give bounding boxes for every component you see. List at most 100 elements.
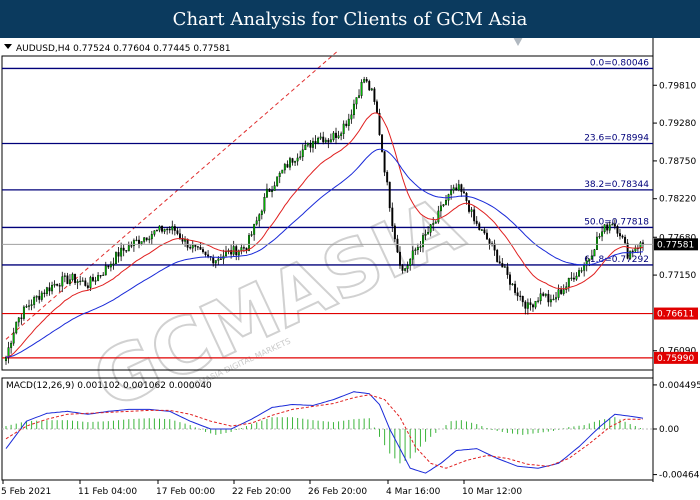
candle-body (626, 242, 629, 259)
candle-body (45, 287, 48, 294)
candle-body (58, 285, 61, 287)
candle-body (276, 176, 279, 186)
banner-title: Chart Analysis for Clients of GCM Asia (172, 8, 528, 30)
candle-body (450, 189, 453, 195)
candle-body (404, 268, 407, 271)
candle-body (619, 233, 621, 237)
candle-body (301, 149, 304, 157)
candle-body (66, 275, 69, 284)
candle-body (335, 132, 337, 138)
candle-body (143, 237, 146, 242)
candle-body (429, 224, 432, 233)
candle-body (99, 275, 102, 277)
candle-body (562, 289, 565, 294)
candle-body (516, 292, 519, 297)
candle-body (288, 158, 291, 168)
candle-body (319, 136, 322, 139)
candle-body (514, 283, 517, 293)
candle-body (370, 88, 373, 91)
candle-body (537, 300, 540, 302)
price-tick-label: 0.79280 (659, 119, 696, 129)
candle-body (265, 188, 268, 198)
candle-body (419, 246, 422, 248)
candle-body (84, 280, 87, 286)
candle-body (112, 263, 115, 265)
candle-body (455, 187, 458, 191)
candle-body (475, 220, 478, 224)
candle-body (176, 230, 179, 234)
candle-body (122, 247, 125, 251)
candle-body (294, 160, 297, 163)
support-price-label: 0.76611 (657, 310, 694, 320)
candle-body (94, 280, 97, 282)
chart-banner: Chart Analysis for Clients of GCM Asia (0, 0, 700, 38)
candle-body (521, 296, 524, 303)
x-tick-label: 4 Mar 16:00 (386, 487, 441, 497)
candle-body (442, 204, 445, 207)
candle-body (248, 235, 250, 251)
candle-body (598, 236, 601, 238)
candle-body (68, 279, 71, 284)
macd-tick-label: 0.00 (659, 425, 679, 435)
candle-body (560, 289, 563, 294)
candle-body (158, 225, 161, 231)
candle-body (219, 258, 222, 260)
price-tick-label: 0.79810 (659, 81, 696, 91)
candle-body (493, 243, 496, 251)
candle-body (350, 114, 353, 120)
candle-body (322, 136, 325, 143)
candle-body (120, 247, 123, 257)
candle-body (624, 236, 627, 244)
candle-body (324, 139, 327, 143)
chart-area: GCMASIA GCMASIA DIGITAL MARKETS 0.798100… (0, 38, 700, 500)
candle-body (20, 317, 23, 319)
candle-body (365, 79, 368, 82)
candle-body (409, 259, 412, 266)
candle-body (40, 292, 43, 300)
candle-body (127, 245, 130, 252)
candle-body (166, 228, 169, 231)
fib-level-label: 38.2=0.78344 (584, 180, 649, 190)
candle-body (97, 275, 100, 281)
candle-body (135, 239, 138, 242)
x-tick-label: 22 Feb 20:00 (232, 487, 291, 497)
candle-body (621, 235, 624, 238)
macd-tick-label: -0.004649 (659, 471, 700, 481)
candle-body (81, 280, 84, 282)
candle-body (570, 277, 573, 279)
candle-body (358, 95, 361, 98)
candle-body (401, 265, 404, 271)
candle-body (286, 164, 289, 168)
candle-body (30, 304, 33, 306)
candle-body (478, 223, 481, 230)
x-tick-label: 26 Feb 20:00 (308, 487, 367, 497)
candle-body (43, 292, 46, 294)
candle-body (399, 251, 401, 266)
candle-body (161, 225, 164, 232)
candle-body (526, 302, 529, 309)
candle-body (547, 293, 550, 303)
candle-body (411, 250, 414, 260)
candle-body (281, 169, 284, 174)
candle-body (473, 209, 476, 222)
candle-body (457, 184, 460, 191)
candle-body (375, 101, 378, 114)
candle-body (304, 144, 307, 151)
macd-label: MACD(12,26,9) 0.001102 0.001062 0.000040 (6, 381, 212, 391)
candle-body (204, 251, 207, 255)
candle-body (155, 229, 158, 232)
candle-body (406, 265, 409, 269)
price-tick-label: 0.78220 (659, 195, 696, 205)
candle-body (92, 277, 94, 281)
candle-body (291, 158, 294, 163)
candle-body (71, 273, 74, 281)
candle-body (629, 250, 632, 259)
candle-body (25, 306, 28, 308)
candle-body (355, 97, 358, 105)
candle-body (79, 280, 82, 283)
candle-body (424, 234, 427, 236)
candle-body (578, 270, 581, 277)
fib-level-label: 0.0=0.80046 (590, 58, 649, 68)
candle-body (5, 357, 7, 362)
candle-body (214, 260, 217, 264)
